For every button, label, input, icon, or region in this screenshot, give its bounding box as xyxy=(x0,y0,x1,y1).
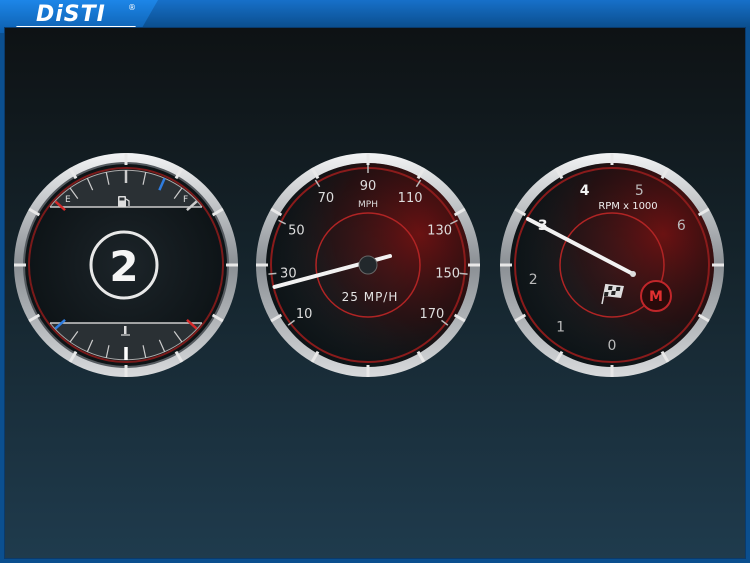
speed-unit-label: MPH xyxy=(358,200,378,210)
fuel-full-label: F xyxy=(183,195,188,205)
speed-scale-label: 10 xyxy=(296,307,313,322)
speedometer: 10 30 50 70 90 110 130 150 170 MPH 25 MP/H xyxy=(256,153,480,377)
instrument-cluster: E F 2 1030507090110130150170 MPH 25 MP/H xyxy=(14,153,724,377)
rpm-scale-label: 1 xyxy=(556,319,565,335)
speed-scale-label: 110 xyxy=(398,191,423,206)
rpm-scale-label: 6 xyxy=(677,218,686,234)
rpm-scale-label: 5 xyxy=(635,183,644,199)
speed-readout: 25 MP/H xyxy=(342,290,399,304)
tachometer: 0123456 RPM x 1000 M xyxy=(500,153,724,377)
gear-indicator: 2 xyxy=(109,242,138,291)
speed-scale-label: 130 xyxy=(427,223,452,238)
speed-scale-label: 50 xyxy=(288,223,305,238)
rpm-unit-label: RPM x 1000 xyxy=(598,201,657,212)
speed-tick xyxy=(268,272,277,275)
gear-fuel-temp-gauge: E F 2 xyxy=(14,153,238,377)
manual-mode-label: M xyxy=(649,289,663,305)
tachometer-hub xyxy=(630,271,636,277)
fuel-empty-label: E xyxy=(65,195,71,205)
speed-tick xyxy=(459,272,468,275)
rpm-scale-label: 0 xyxy=(608,338,617,354)
speed-scale-label: 30 xyxy=(280,266,297,281)
rpm-scale-label: 4 xyxy=(580,183,590,199)
speed-scale-label: 170 xyxy=(419,307,444,322)
rpm-scale-label: 2 xyxy=(529,272,538,288)
speed-scale-label: 70 xyxy=(318,191,335,206)
speedometer-hub xyxy=(358,255,378,275)
speed-scale-label: 150 xyxy=(435,266,460,281)
speed-scale-label: 90 xyxy=(360,179,377,194)
